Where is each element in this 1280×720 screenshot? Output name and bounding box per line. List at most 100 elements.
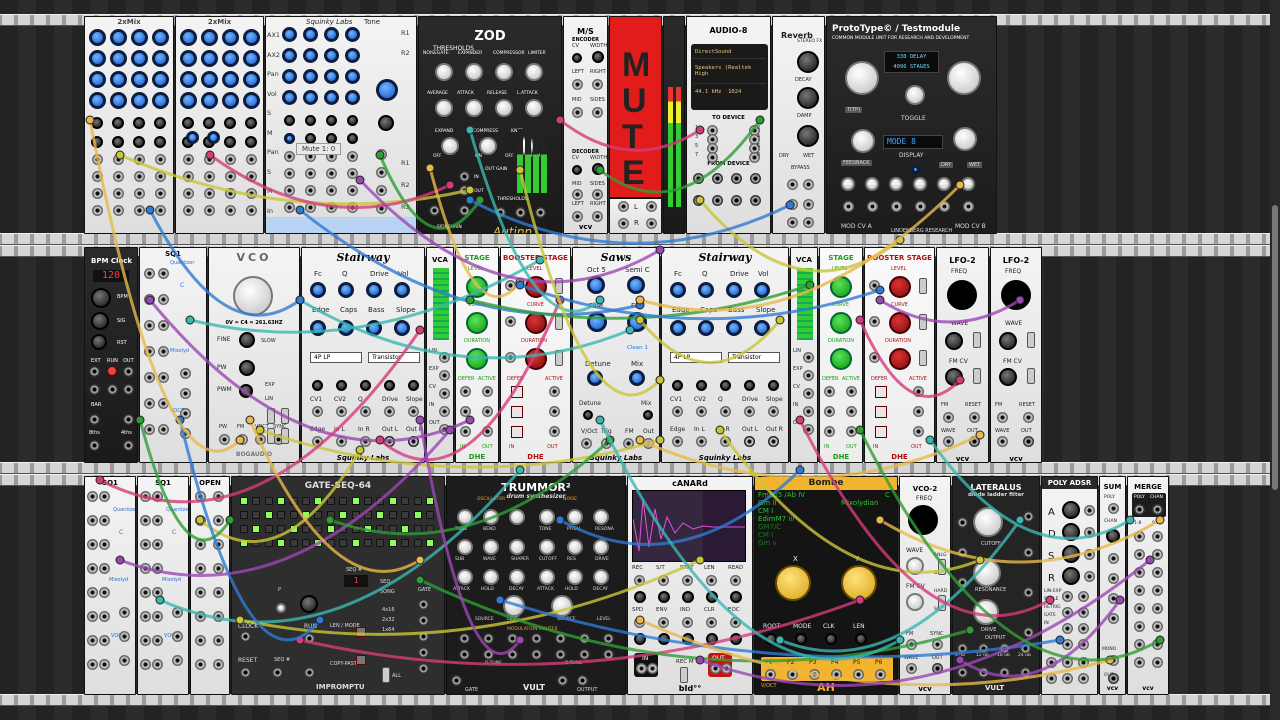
knob[interactable] xyxy=(889,276,911,298)
jack[interactable] xyxy=(225,154,236,165)
knob[interactable] xyxy=(233,276,273,316)
jack[interactable] xyxy=(1046,657,1057,668)
step-button[interactable] xyxy=(364,497,372,505)
jack[interactable] xyxy=(999,643,1010,654)
knob[interactable] xyxy=(282,69,297,84)
jack[interactable] xyxy=(213,491,224,502)
jack[interactable] xyxy=(439,424,450,435)
jack[interactable] xyxy=(89,366,100,377)
jack[interactable] xyxy=(869,352,880,363)
jack[interactable] xyxy=(978,643,989,654)
jack[interactable] xyxy=(347,185,358,196)
jack[interactable] xyxy=(1084,527,1095,538)
jack[interactable] xyxy=(459,649,470,660)
jack[interactable] xyxy=(906,639,917,650)
step-button[interactable] xyxy=(252,497,261,505)
knob[interactable] xyxy=(282,27,297,42)
knob[interactable] xyxy=(239,384,253,398)
knob[interactable] xyxy=(347,115,358,126)
knob[interactable] xyxy=(961,177,975,191)
jack[interactable] xyxy=(213,659,224,670)
knob[interactable] xyxy=(658,633,670,645)
jack[interactable] xyxy=(787,217,798,228)
step-button[interactable] xyxy=(314,525,323,533)
jack[interactable] xyxy=(155,205,166,216)
jack[interactable] xyxy=(803,217,814,228)
knob[interactable] xyxy=(539,539,555,555)
jack[interactable] xyxy=(418,599,429,610)
jack[interactable] xyxy=(240,631,251,642)
knob[interactable] xyxy=(905,85,925,105)
knob[interactable] xyxy=(89,29,106,46)
jack[interactable] xyxy=(213,563,224,574)
jack[interactable] xyxy=(144,372,155,383)
jack[interactable] xyxy=(787,199,798,210)
jack[interactable] xyxy=(549,406,560,417)
jack[interactable] xyxy=(768,436,779,447)
knob[interactable] xyxy=(682,591,694,603)
jack[interactable] xyxy=(1134,567,1145,578)
knob[interactable] xyxy=(457,539,473,555)
jack[interactable] xyxy=(284,151,295,162)
jack[interactable] xyxy=(134,188,145,199)
knob[interactable] xyxy=(466,276,488,298)
jack[interactable] xyxy=(87,491,98,502)
jack[interactable] xyxy=(555,649,566,660)
jack[interactable] xyxy=(750,173,761,184)
step-button[interactable] xyxy=(302,525,310,533)
step-button[interactable] xyxy=(339,525,348,533)
knob[interactable] xyxy=(345,48,360,63)
knob[interactable] xyxy=(239,332,255,348)
knob[interactable] xyxy=(310,282,326,298)
step-button[interactable] xyxy=(326,497,335,505)
jack[interactable] xyxy=(1062,673,1073,684)
step-button[interactable] xyxy=(264,497,273,505)
knob[interactable] xyxy=(324,90,339,105)
jack[interactable] xyxy=(682,617,693,628)
jack[interactable] xyxy=(1152,585,1163,596)
jack[interactable] xyxy=(92,171,103,182)
jack[interactable] xyxy=(439,388,450,399)
knob[interactable] xyxy=(634,633,646,645)
jack[interactable] xyxy=(721,663,732,674)
knob[interactable] xyxy=(865,177,879,191)
jack[interactable] xyxy=(731,173,742,184)
jack[interactable] xyxy=(134,205,145,216)
knob[interactable] xyxy=(180,92,197,109)
knob[interactable] xyxy=(830,276,852,298)
jack[interactable] xyxy=(712,195,723,206)
step-button[interactable] xyxy=(264,525,273,533)
knob[interactable] xyxy=(744,380,755,391)
jack[interactable] xyxy=(1062,607,1073,618)
knob[interactable] xyxy=(180,50,197,67)
knob[interactable] xyxy=(152,29,169,46)
jack[interactable] xyxy=(87,563,98,574)
knob[interactable] xyxy=(180,29,197,46)
jack[interactable] xyxy=(304,633,315,644)
step-button[interactable] xyxy=(401,511,410,519)
knob[interactable] xyxy=(303,90,318,105)
knob[interactable] xyxy=(457,509,473,525)
invert-switch[interactable] xyxy=(973,368,981,384)
knob[interactable] xyxy=(973,507,1003,537)
jack[interactable] xyxy=(765,669,776,680)
jack[interactable] xyxy=(943,436,954,447)
jack[interactable] xyxy=(195,611,206,622)
jack[interactable] xyxy=(312,406,323,417)
jack[interactable] xyxy=(158,346,169,357)
jack[interactable] xyxy=(636,663,647,674)
knob[interactable] xyxy=(131,50,148,67)
jack[interactable] xyxy=(932,639,943,650)
knob[interactable] xyxy=(682,633,694,645)
jack[interactable] xyxy=(92,205,103,216)
jack[interactable] xyxy=(1152,504,1163,515)
knob[interactable] xyxy=(592,51,604,63)
shape-switch[interactable] xyxy=(555,314,563,330)
jack[interactable] xyxy=(505,280,516,291)
knob[interactable] xyxy=(133,117,145,129)
step-button[interactable] xyxy=(351,539,360,547)
step-button[interactable] xyxy=(289,497,298,505)
jack[interactable] xyxy=(592,107,603,118)
jack[interactable] xyxy=(284,168,295,179)
step-button[interactable] xyxy=(240,497,248,505)
